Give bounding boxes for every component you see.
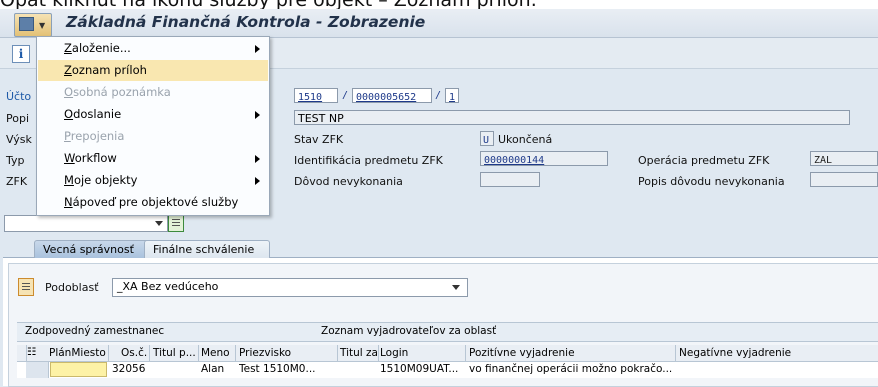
submenu-arrow-icon	[255, 111, 260, 119]
identifikacia-label: Identifikácia predmetu ZFK	[294, 154, 443, 167]
tab-vecna-spravnost[interactable]: Vecná správnosť	[34, 240, 154, 258]
doc-number-field[interactable]: 0000005652	[352, 88, 432, 103]
label-vysk: Výsk	[6, 133, 32, 146]
popis-dovodu-label: Popis dôvodu nevykonania	[638, 175, 785, 188]
menu-item-napoved[interactable]: Nápoveď pre objektové služby	[38, 192, 268, 213]
group-header-zodpovedny: Zodpovedný zamestnanec	[25, 325, 165, 337]
select-all-icon[interactable]: ☷	[27, 346, 36, 358]
col-pozitivne[interactable]: Pozitívne vyjadrenie	[469, 347, 575, 359]
podoblast-label: Podoblasť	[45, 281, 99, 294]
col-plan-miesto[interactable]: PlánMiesto	[49, 347, 106, 359]
cell-plan-miesto-input[interactable]	[50, 362, 107, 377]
operacia-field[interactable]: ZAL	[810, 151, 878, 166]
instruction-caption: Opäť kliknúť na ikonu služby pre objekt …	[0, 0, 878, 9]
doc-company-field[interactable]: 1510	[294, 88, 338, 103]
table-column-header: ☷ PlánMiesto Os.č. Titul p... Meno Priez…	[17, 345, 878, 362]
col-titul-za[interactable]: Titul za	[340, 347, 378, 359]
label-ucto: Účto	[6, 90, 32, 103]
cell-meno: Alan	[201, 363, 225, 375]
cell-pozitivne: vo finančnej operácii možno pokračo...	[469, 363, 673, 375]
submenu-arrow-icon	[255, 155, 260, 163]
cell-login: 1510M09UAT...	[380, 363, 459, 375]
submenu-arrow-icon	[255, 177, 260, 185]
submenu-arrow-icon	[255, 45, 260, 53]
col-titul-p[interactable]: Titul p...	[153, 347, 196, 359]
chevron-down-icon: ▼	[39, 21, 46, 30]
object-services-button[interactable]: ▼	[14, 13, 52, 37]
podoblast-select[interactable]: _XA Bez vedúceho	[112, 278, 468, 297]
popis-dovodu-field[interactable]	[810, 172, 878, 187]
menu-item-moje-objekty[interactable]: Moje objekty	[38, 170, 268, 191]
details-icon[interactable]	[18, 278, 34, 296]
menu-item-osobna-poznamka[interactable]: Osobná poznámka	[38, 82, 268, 103]
col-login[interactable]: Login	[380, 347, 408, 359]
operacia-label: Operácia predmetu ZFK	[638, 154, 770, 167]
table-group-header: Zodpovedný zamestnanec Zoznam vyjadrovat…	[17, 322, 878, 342]
stav-text: Ukončená	[498, 133, 553, 146]
table-row[interactable]: 32056 Alan Test 1510M0... 1510M09UAT... …	[17, 362, 878, 378]
dovod-field[interactable]	[480, 172, 540, 187]
menu-item-odoslanie[interactable]: Odoslanie	[38, 104, 268, 125]
description-field[interactable]: TEST NP	[294, 110, 850, 125]
podoblast-value: _XA Bez vedúceho	[117, 280, 219, 293]
menu-item-zoznam-priloh[interactable]: Zoznam príloh	[38, 60, 268, 81]
stav-code-field[interactable]: U	[480, 131, 494, 146]
menu-item-workflow[interactable]: Workflow	[38, 148, 268, 169]
label-typ: Typ	[6, 154, 25, 167]
tab-finalne-schvalenie[interactable]: Finálne schválenie	[144, 240, 270, 258]
col-negativne[interactable]: Negatívne vyjadrenie	[679, 347, 791, 359]
label-zfk: ZFK	[6, 175, 28, 188]
window-title: Základná Finančná Kontrola - Zobrazenie	[66, 13, 426, 31]
label-popis: Popi	[6, 112, 30, 125]
object-services-menu: Založenie... Zoznam príloh Osobná poznám…	[36, 36, 270, 216]
dovod-label: Dôvod nevykonania	[294, 175, 403, 188]
doc-separator-2: /	[435, 90, 442, 101]
col-priezvisko[interactable]: Priezvisko	[239, 347, 291, 359]
object-services-icon	[19, 17, 34, 31]
doc-separator: /	[342, 90, 349, 101]
cell-os-c: 32056	[112, 363, 146, 375]
doc-line-field[interactable]: 1	[445, 88, 459, 103]
chevron-down-icon	[155, 221, 163, 226]
stav-label: Stav ZFK	[294, 133, 344, 146]
row-selector[interactable]	[26, 362, 49, 378]
identifikacia-field[interactable]: 0000000144	[480, 151, 608, 166]
col-os-c[interactable]: Os.č.	[121, 347, 147, 359]
col-meno[interactable]: Meno	[201, 347, 230, 359]
view-combobox[interactable]	[4, 215, 168, 232]
layout-icon[interactable]	[168, 214, 184, 232]
group-header-zoznam: Zoznam vyjadrovateľov za oblasť	[321, 325, 497, 337]
chevron-down-icon	[452, 285, 460, 290]
menu-item-zalozenie[interactable]: Založenie...	[38, 38, 268, 59]
info-icon[interactable]: i	[12, 45, 30, 63]
menu-item-prepojenia[interactable]: Prepojenia	[38, 126, 268, 147]
cell-priezvisko: Test 1510M0...	[239, 363, 316, 375]
